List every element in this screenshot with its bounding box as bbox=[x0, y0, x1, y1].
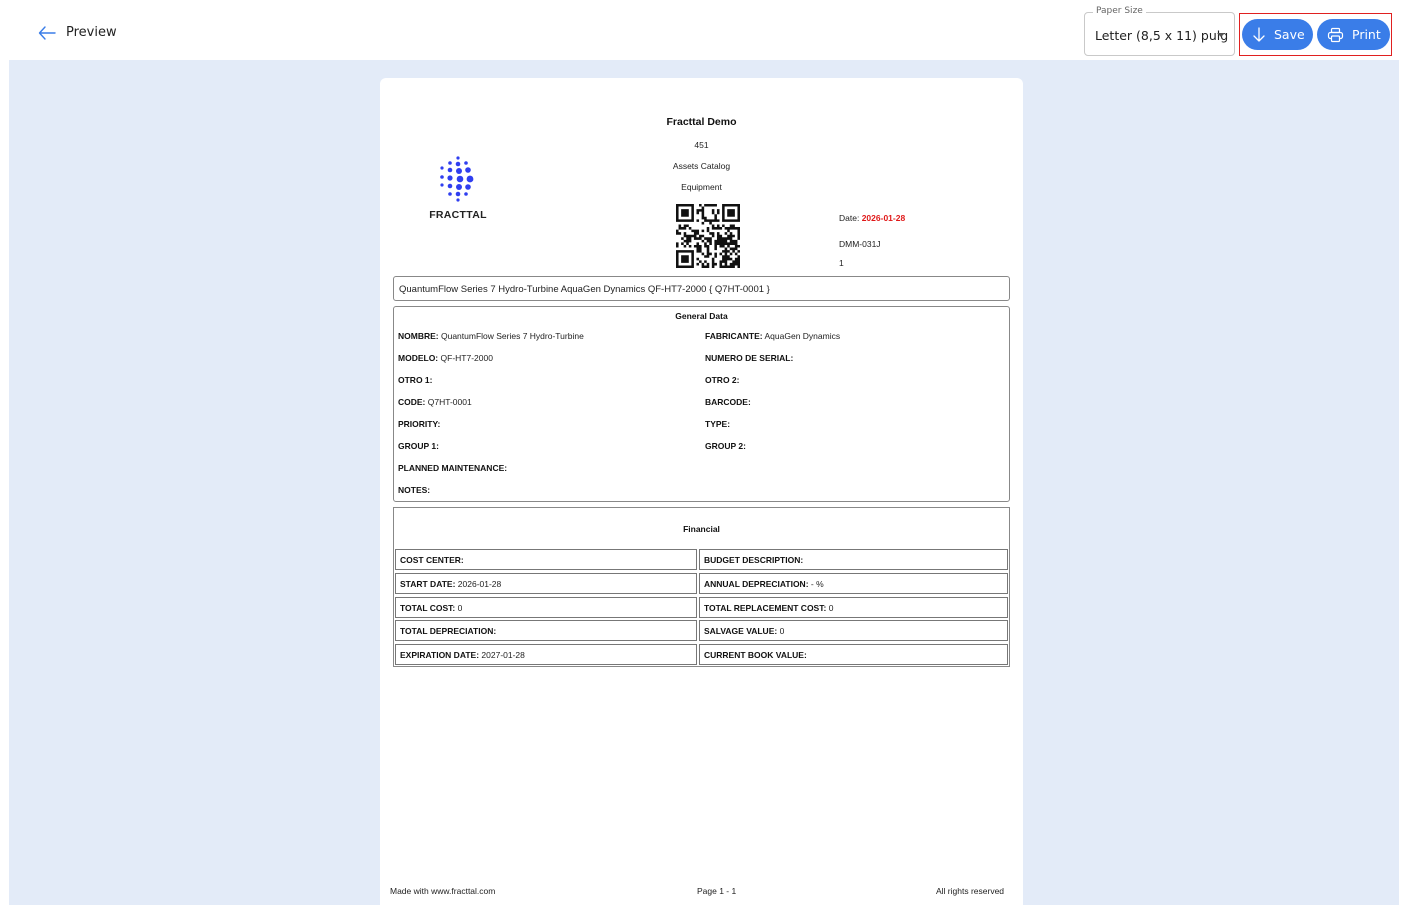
company-name: Fracttal Demo bbox=[666, 116, 737, 128]
field-type: TYPE: bbox=[705, 419, 730, 429]
field-label: FABRICANTE: bbox=[705, 331, 763, 341]
cell-label: ANNUAL DEPRECIATION: bbox=[704, 579, 809, 589]
cell-total-depreciation: TOTAL DEPRECIATION: bbox=[395, 620, 697, 641]
doc-version: 1 bbox=[839, 258, 844, 268]
field-notes: NOTES: bbox=[398, 485, 430, 495]
save-button[interactable]: Save bbox=[1242, 19, 1313, 50]
field-group1: GROUP 1: bbox=[398, 441, 439, 451]
date-label: Date: bbox=[839, 213, 860, 223]
field-otro2: OTRO 2: bbox=[705, 375, 739, 385]
asset-title: QuantumFlow Series 7 Hydro-Turbine AquaG… bbox=[393, 276, 1010, 301]
paper-size-select[interactable]: Paper Size Letter (8,5 x 11) pulg bbox=[1084, 6, 1235, 56]
cell-label: SALVAGE VALUE: bbox=[704, 626, 778, 636]
field-label: MODELO: bbox=[398, 353, 439, 363]
cell-total-cost: TOTAL COST: 0 bbox=[395, 597, 697, 618]
cell-label: TOTAL REPLACEMENT COST: bbox=[704, 603, 827, 613]
download-arrow-icon bbox=[1253, 26, 1265, 42]
page-title: Preview bbox=[66, 25, 117, 40]
paper-size-value: Letter (8,5 x 11) pulg bbox=[1095, 28, 1229, 43]
cell-value: 2026-01-28 bbox=[457, 579, 502, 589]
printer-icon bbox=[1327, 27, 1344, 42]
field-label: CODE: bbox=[398, 397, 426, 407]
cell-book-value: CURRENT BOOK VALUE: bbox=[699, 644, 1008, 665]
cell-salvage-value: SALVAGE VALUE: 0 bbox=[699, 620, 1008, 641]
field-label: NOTES: bbox=[398, 485, 431, 495]
field-fabricante: FABRICANTE: AquaGen Dynamics bbox=[705, 331, 840, 341]
cell-value: 2027-01-28 bbox=[481, 650, 525, 660]
cell-replacement-cost: TOTAL REPLACEMENT COST: 0 bbox=[699, 597, 1008, 618]
date-row: Date: 2026-01-28 bbox=[839, 213, 905, 223]
date-value: 2026-01-28 bbox=[861, 213, 906, 223]
field-label: NUMERO DE SERIAL: bbox=[705, 353, 794, 363]
paper-size-legend: Paper Size bbox=[1093, 6, 1146, 16]
field-value: QF-HT7-2000 bbox=[440, 353, 493, 363]
field-nombre: NOMBRE: QuantumFlow Series 7 Hydro-Turbi… bbox=[398, 331, 584, 341]
field-label: OTRO 1: bbox=[398, 375, 433, 385]
cell-start-date: START DATE: 2026-01-28 bbox=[395, 573, 697, 594]
footer-left: Made with www.fracttal.com bbox=[390, 886, 496, 896]
print-button[interactable]: Print bbox=[1317, 19, 1390, 50]
field-modelo: MODELO: QF-HT7-2000 bbox=[398, 353, 493, 363]
cell-cost-center: COST CENTER: bbox=[395, 549, 697, 570]
cell-value: 0 bbox=[779, 626, 785, 636]
field-code: CODE: Q7HT-0001 bbox=[398, 397, 472, 407]
print-label: Print bbox=[1352, 27, 1381, 42]
document-id: 451 bbox=[694, 140, 709, 150]
field-value: Q7HT-0001 bbox=[427, 397, 472, 407]
field-label: TYPE: bbox=[705, 419, 731, 429]
back-arrow-icon[interactable] bbox=[36, 22, 58, 44]
field-label: PLANNED MAINTENANCE: bbox=[398, 463, 508, 473]
field-label: GROUP 1: bbox=[398, 441, 439, 451]
field-label: BARCODE: bbox=[705, 397, 751, 407]
field-label: NOMBRE: bbox=[398, 331, 439, 341]
field-otro1: OTRO 1: bbox=[398, 375, 432, 385]
caret-down-icon bbox=[1217, 33, 1225, 37]
field-barcode: BARCODE: bbox=[705, 397, 751, 407]
cell-label: TOTAL DEPRECIATION: bbox=[400, 626, 497, 636]
logo-wordmark: FRACTTAL bbox=[429, 209, 487, 221]
qr-code-image bbox=[676, 204, 740, 268]
cell-label: TOTAL COST: bbox=[400, 603, 456, 613]
footer-right: All rights reserved bbox=[936, 886, 1005, 896]
field-value: QuantumFlow Series 7 Hydro-Turbine bbox=[440, 331, 584, 341]
qr-modules bbox=[676, 204, 740, 268]
cell-label: START DATE: bbox=[400, 579, 456, 589]
footer-page: Page 1 - 1 bbox=[697, 886, 737, 896]
app-root: Preview Paper Size Letter (8,5 x 11) pul… bbox=[0, 0, 1403, 905]
document-page: Fracttal Demo 451 Assets Catalog Equipme… bbox=[380, 78, 1023, 905]
financial-title: Financial bbox=[683, 524, 720, 534]
general-data-section: General Data NOMBRE: QuantumFlow Series … bbox=[393, 306, 1010, 502]
field-value: AquaGen Dynamics bbox=[764, 331, 841, 341]
general-data-title: General Data bbox=[675, 311, 728, 321]
cell-expiration-date: EXPIRATION DATE: 2027-01-28 bbox=[395, 644, 697, 665]
cell-label: EXPIRATION DATE: bbox=[400, 650, 480, 660]
cell-label: COST CENTER: bbox=[400, 555, 464, 565]
field-label: OTRO 2: bbox=[705, 375, 740, 385]
financial-section: Financial COST CENTER: BUDGET DESCRIPTIO… bbox=[393, 507, 1010, 667]
cell-value: 0 bbox=[457, 603, 463, 613]
cell-annual-depreciation: ANNUAL DEPRECIATION: - % bbox=[699, 573, 1008, 594]
field-group2: GROUP 2: bbox=[705, 441, 746, 451]
field-label: GROUP 2: bbox=[705, 441, 746, 451]
save-label: Save bbox=[1274, 27, 1305, 42]
top-bar: Preview Paper Size Letter (8,5 x 11) pul… bbox=[0, 0, 1403, 60]
cell-label: CURRENT BOOK VALUE: bbox=[704, 650, 807, 660]
doc-code: DMM-031J bbox=[839, 239, 881, 249]
cell-label: BUDGET DESCRIPTION: bbox=[704, 555, 804, 565]
field-label: PRIORITY: bbox=[398, 419, 441, 429]
fracttal-logo-icon bbox=[440, 156, 474, 202]
field-planned-maintenance: PLANNED MAINTENANCE: bbox=[398, 463, 507, 473]
field-priority: PRIORITY: bbox=[398, 419, 440, 429]
cell-value: 0 bbox=[828, 603, 834, 613]
field-serial: NUMERO DE SERIAL: bbox=[705, 353, 793, 363]
cell-value: - % bbox=[810, 579, 824, 589]
cell-budget: BUDGET DESCRIPTION: bbox=[699, 549, 1008, 570]
